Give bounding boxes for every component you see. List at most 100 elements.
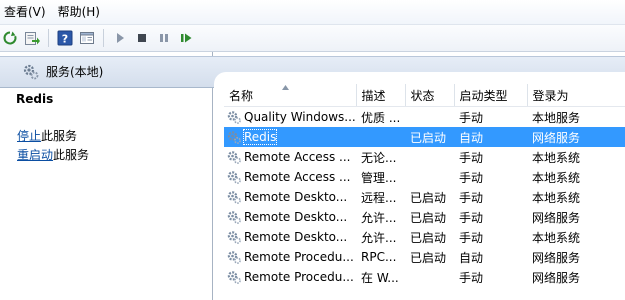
service-gear-icon — [227, 211, 241, 224]
service-name: Remote Procedu... — [244, 250, 354, 264]
description-pane — [0, 52, 213, 300]
cell-status: 已启动 — [410, 190, 447, 205]
table-row[interactable]: Remote Procedu... RPC... 已启动 自动 网络服务 — [224, 247, 625, 267]
cell-description: 允许... — [361, 230, 397, 245]
cell-description: 允许... — [361, 210, 397, 225]
table-row[interactable]: Remote Deskto... 远程... 已启动 手动 本地系统 — [224, 187, 625, 207]
selected-service-name: Redis — [16, 92, 54, 106]
services-icon — [22, 63, 40, 84]
table-header-row: 名称 描述 状态 启动类型 登录为 — [224, 84, 625, 107]
toolbar-separator — [103, 29, 104, 47]
service-name: Quality Windows... — [244, 110, 356, 124]
stop-suffix: 此服务 — [41, 129, 78, 143]
service-gear-icon — [227, 271, 241, 284]
table-row[interactable]: Remote Access ... 无论... 手动 本地系统 — [224, 147, 625, 167]
help-icon[interactable]: ? — [55, 28, 75, 48]
service-gear-icon — [227, 111, 241, 124]
svg-text:?: ? — [62, 33, 68, 46]
cell-status: 已启动 — [410, 250, 447, 265]
table-row[interactable]: Redis 已启动 自动 网络服务 — [224, 127, 625, 147]
cell-startup-type: 手动 — [459, 150, 484, 165]
cell-description: 优质 ... — [361, 110, 401, 125]
refresh-icon[interactable] — [0, 28, 20, 48]
column-header-startup-type[interactable]: 启动类型 — [454, 84, 528, 107]
cell-log-on-as: 本地系统 — [532, 230, 581, 245]
show-hide-icon[interactable] — [77, 28, 97, 48]
menu-help[interactable]: 帮助(H) — [52, 0, 106, 24]
cell-description: RPC... — [361, 250, 397, 264]
cell-status: 已启动 — [405, 127, 454, 147]
cell-name: Remote Access ... — [224, 167, 356, 187]
cell-name: Remote Procedu... — [224, 267, 356, 287]
cell-status: 已启动 — [410, 210, 447, 225]
service-gear-icon — [227, 171, 241, 184]
service-gear-icon — [227, 131, 241, 144]
cell-log-on-as: 网络服务 — [527, 127, 625, 147]
cell-name: Redis — [224, 127, 356, 147]
start-icon[interactable] — [110, 28, 130, 48]
table-row[interactable]: Quality Windows... 优质 ... 手动 本地服务 — [224, 107, 625, 128]
cell-log-on-as: 本地系统 — [532, 190, 581, 205]
stop-service-action: 停止此服务 — [17, 127, 77, 144]
cell-status — [405, 167, 454, 187]
cell-startup-type: 手动 — [459, 190, 484, 205]
sort-ascending-icon — [282, 85, 289, 90]
toolbar: ? — [0, 25, 625, 52]
pane-title: 服务(本地) — [46, 65, 104, 79]
cell-name: Remote Procedu... — [224, 247, 356, 267]
restart-link[interactable]: 重启动 — [17, 148, 53, 162]
service-name: Remote Procedu... — [244, 270, 354, 284]
cell-startup-type: 手动 — [459, 230, 484, 245]
cell-log-on-as: 本地系统 — [532, 170, 581, 185]
cell-startup-type: 手动 — [459, 110, 484, 125]
cell-name: Remote Deskto... — [224, 187, 356, 207]
service-gear-icon — [227, 251, 241, 264]
toolbar-separator — [48, 29, 49, 47]
cell-startup-type: 自动 — [454, 127, 527, 147]
column-header-log-on-as[interactable]: 登录为 — [527, 84, 625, 107]
stop-link[interactable]: 停止 — [17, 129, 41, 143]
service-gear-icon — [227, 191, 241, 204]
resume-icon[interactable] — [176, 28, 196, 48]
table-row[interactable]: Remote Deskto... 允许... 已启动 手动 本地系统 — [224, 227, 625, 247]
service-name: Remote Access ... — [244, 150, 351, 164]
services-table: 名称 描述 状态 启动类型 登录为 Quality Windows... 优质 .… — [224, 84, 625, 287]
table-row[interactable]: Remote Access ... 管理... 手动 本地系统 — [224, 167, 625, 187]
restart-suffix: 此服务 — [53, 148, 90, 162]
cell-name: Quality Windows... — [224, 107, 356, 128]
column-header-description[interactable]: 描述 — [356, 84, 406, 107]
stop-icon[interactable] — [132, 28, 152, 48]
services-list-pane: 名称 描述 状态 启动类型 登录为 Quality Windows... 优质 .… — [214, 72, 625, 300]
cell-status — [405, 147, 454, 167]
export-icon[interactable] — [22, 28, 42, 48]
service-gear-icon — [227, 231, 241, 244]
cell-description: 管理... — [361, 170, 397, 185]
cell-log-on-as: 网络服务 — [532, 210, 581, 225]
cell-log-on-as: 本地服务 — [532, 110, 581, 125]
cell-name: Remote Access ... — [224, 147, 356, 167]
cell-startup-type: 手动 — [459, 270, 484, 285]
cell-description: 远程... — [361, 190, 397, 205]
menu-bar: 查看(V) 帮助(H) — [0, 0, 625, 25]
cell-status: 已启动 — [410, 230, 447, 245]
cell-status — [405, 267, 454, 287]
service-name: Remote Access ... — [244, 170, 351, 184]
service-name: Remote Deskto... — [244, 230, 348, 244]
table-row[interactable]: Remote Deskto... 允许... 已启动 手动 网络服务 — [224, 207, 625, 227]
cell-startup-type: 手动 — [459, 210, 484, 225]
cell-description — [356, 127, 405, 147]
service-name: Remote Deskto... — [244, 210, 348, 224]
cell-status — [405, 107, 454, 128]
cell-log-on-as: 本地系统 — [532, 150, 581, 165]
table-row[interactable]: Remote Procedu... 在 W... 手动 网络服务 — [224, 267, 625, 287]
cell-log-on-as: 网络服务 — [532, 270, 581, 285]
column-header-name[interactable]: 名称 — [224, 84, 357, 107]
column-header-status[interactable]: 状态 — [405, 84, 455, 107]
pause-icon[interactable] — [154, 28, 174, 48]
service-gear-icon — [227, 151, 241, 164]
menu-view[interactable]: 查看(V) — [0, 0, 52, 24]
cell-description: 无论... — [361, 150, 397, 165]
service-name: Remote Deskto... — [244, 190, 348, 204]
cell-startup-type: 手动 — [459, 170, 484, 185]
cell-startup-type: 自动 — [459, 250, 484, 265]
